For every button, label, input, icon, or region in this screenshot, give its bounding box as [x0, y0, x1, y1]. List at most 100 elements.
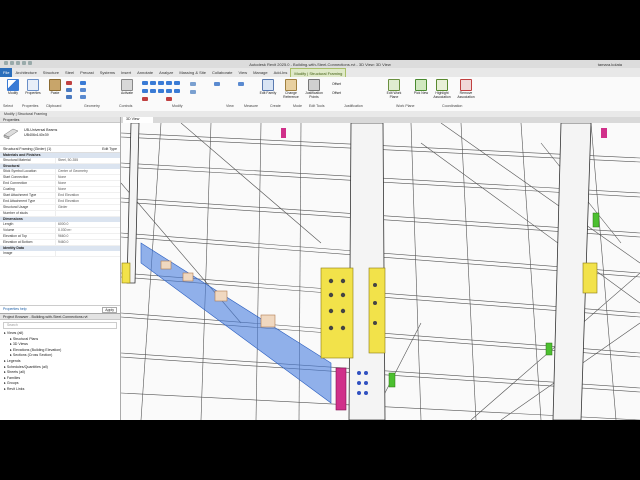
panel-mode: Mode	[293, 104, 302, 108]
user-name[interactable]: tamara.kolata	[598, 62, 622, 67]
tab-collaborate[interactable]: Collaborate	[209, 68, 235, 77]
property-value[interactable]: 9660.0	[55, 234, 120, 239]
tab-manage[interactable]: Manage	[250, 68, 270, 77]
property-value[interactable]: None	[55, 175, 120, 180]
scale-icon[interactable]	[174, 89, 180, 93]
measure-icon[interactable]	[214, 82, 220, 86]
edit-work-plane-button[interactable]: Edit Work Plane	[383, 79, 405, 100]
cut-geometry-icon[interactable]	[80, 88, 86, 92]
instance-filter[interactable]: Structural Framing (Girder) (1) Edit Typ…	[0, 146, 120, 153]
highlight-icon	[436, 79, 448, 91]
panel-clipboard: Clipboard	[46, 104, 62, 108]
revit-window: Autodesk Revit 2025.0 - Building-with-St…	[0, 60, 640, 420]
property-value[interactable]: Steel, 50-355	[55, 158, 120, 163]
split-icon[interactable]	[158, 89, 164, 93]
browser-node-label: Revit Links	[6, 386, 25, 391]
properties-button[interactable]: Properties	[22, 79, 44, 96]
array-icon[interactable]	[166, 89, 172, 93]
property-name: Elevation at Top	[3, 234, 28, 238]
activate-button[interactable]: Activate	[116, 79, 138, 96]
3d-viewport[interactable]	[121, 123, 640, 420]
property-row: Image	[0, 251, 120, 257]
type-selector[interactable]: UB-Universal Beams UB406x140x39	[0, 123, 120, 146]
property-value[interactable]: Center of Geometry	[55, 169, 120, 174]
property-name: Elevation at Bottom	[3, 240, 33, 244]
property-name: Length	[3, 222, 14, 226]
tab-architecture[interactable]: Architecture	[12, 68, 39, 77]
modify-button[interactable]: Modify	[2, 79, 24, 96]
tab-analyze[interactable]: Analyze	[156, 68, 176, 77]
properties-help-link[interactable]: Properties help	[3, 307, 27, 311]
property-name: Volume	[3, 228, 15, 232]
browser-node-label: Sheets (all)	[6, 370, 25, 375]
cope-icon[interactable]	[80, 81, 86, 85]
ribbon: Modify Properties Paste Activate Edit Fa…	[0, 77, 640, 112]
pick-new-button[interactable]: Pick New	[410, 79, 432, 96]
tab-structure[interactable]: Structure	[40, 68, 62, 77]
trim-icon[interactable]	[150, 89, 156, 93]
browser-node-label: Groups	[6, 381, 19, 386]
create-assembly-icon[interactable]	[238, 82, 244, 86]
rotate-icon[interactable]	[142, 89, 148, 93]
paste-button[interactable]: Paste	[44, 79, 66, 96]
properties-grid: Materials and Finishes Structural Materia…	[0, 153, 120, 257]
match-properties-icon[interactable]	[66, 95, 72, 99]
tab-annotate[interactable]: Annotate	[134, 68, 156, 77]
tab-add-ins[interactable]: Add-Ins	[271, 68, 291, 77]
property-value[interactable]: None	[55, 187, 120, 192]
justification-points-button[interactable]: Justification Points	[303, 79, 325, 100]
tab-insert[interactable]: Insert	[118, 68, 134, 77]
panel-measure: Measure	[244, 104, 258, 108]
panel-modify: Modify	[172, 104, 183, 108]
browser-search-input[interactable]: Search	[3, 322, 117, 329]
z-offset-field[interactable]: Offset	[332, 91, 341, 95]
remove-association-button[interactable]: Remove Association	[455, 79, 477, 100]
copy-element-icon[interactable]	[174, 81, 180, 85]
property-value[interactable]: 0.030 m³	[55, 228, 120, 233]
view-icon[interactable]	[190, 82, 196, 86]
property-value[interactable]	[55, 251, 120, 256]
property-value[interactable]: End Elevation	[55, 199, 120, 204]
property-value[interactable]: None	[55, 181, 120, 186]
property-name: Image	[3, 251, 13, 255]
property-value[interactable]: End Elevation	[55, 193, 120, 198]
property-value[interactable]: 9460.0	[55, 240, 120, 245]
property-value[interactable]: 6000.0	[55, 222, 120, 227]
edit-type-button[interactable]: Edit Type	[102, 147, 117, 151]
tab-precast[interactable]: Precast	[77, 68, 97, 77]
activate-icon	[121, 79, 133, 91]
property-name: Number of studs	[3, 211, 28, 215]
move-icon[interactable]	[166, 81, 172, 85]
hide-icon[interactable]	[190, 90, 196, 94]
mirror-icon[interactable]	[158, 81, 164, 85]
browser-node-label: Views (all)	[6, 331, 24, 335]
tab-steel[interactable]: Steel	[62, 68, 77, 77]
tab-massing-site[interactable]: Massing & Site	[176, 68, 209, 77]
edit-family-button[interactable]: Edit Family	[257, 79, 279, 96]
join-icon[interactable]	[80, 95, 86, 99]
tab-systems[interactable]: Systems	[97, 68, 118, 77]
browser-tree: ▸ Views (all) ▸ Structural Plans ▸ 3D View…	[0, 331, 120, 393]
y-offset-field[interactable]: Offset	[332, 82, 341, 86]
browser-node-label: Elevations (Building Elevation)	[12, 347, 62, 352]
project-browser: Project Browser - Building-with-Steel-Co…	[0, 313, 121, 420]
steel-model-render	[121, 123, 640, 420]
change-reference-button[interactable]: Change Reference	[280, 79, 302, 100]
browser-node[interactable]: ▸ Revit Links	[0, 387, 120, 393]
type-family: UB-Universal Beams	[24, 128, 58, 132]
tab-view[interactable]: View	[235, 68, 250, 77]
panel-work-plane: Work Plane	[396, 104, 415, 108]
align-icon[interactable]	[142, 81, 148, 85]
copy-icon[interactable]	[66, 88, 72, 92]
highlight-association-button[interactable]: Highlight Association	[431, 79, 453, 100]
delete-icon[interactable]	[166, 97, 172, 101]
panel-select[interactable]: Select	[3, 104, 13, 108]
property-value[interactable]: Girder	[55, 205, 120, 210]
tab-file[interactable]: File	[0, 68, 13, 77]
pin-icon[interactable]	[142, 97, 148, 101]
cut-icon[interactable]	[66, 81, 72, 85]
project-browser-header: Project Browser - Building-with-Steel-Co…	[0, 314, 120, 320]
property-value[interactable]	[55, 211, 120, 216]
property-name: Structural Material	[3, 158, 31, 162]
offset-icon[interactable]	[150, 81, 156, 85]
